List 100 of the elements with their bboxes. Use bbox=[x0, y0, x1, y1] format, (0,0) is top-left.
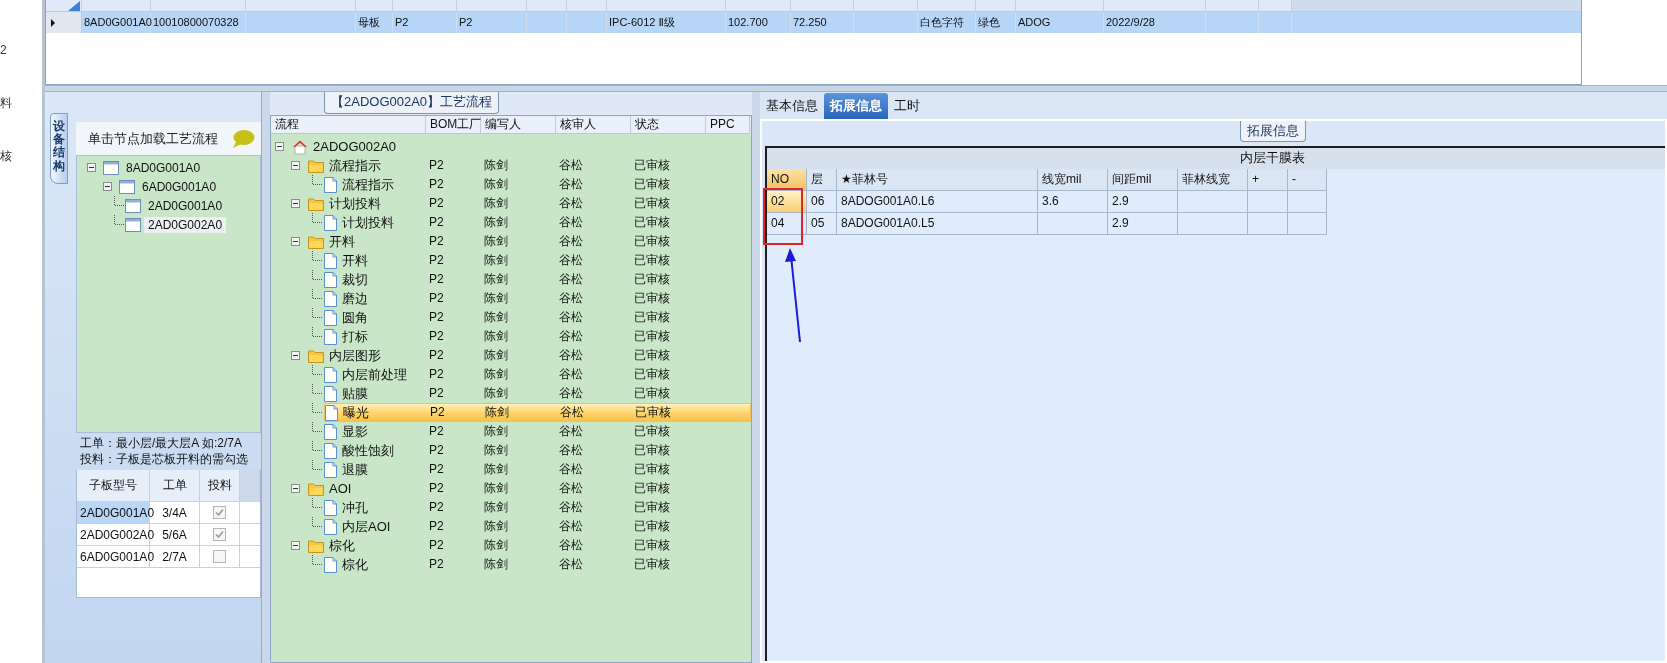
tree-row[interactable]: 内层图形 P2 陈剑 谷松 已审核 bbox=[308, 346, 751, 365]
row-header[interactable] bbox=[46, 12, 82, 33]
table-title: 内层干膜表 bbox=[1240, 151, 1305, 165]
tree-line bbox=[312, 327, 322, 337]
table-cell: 已审核 bbox=[634, 329, 670, 343]
step-name: 棕化 bbox=[329, 537, 355, 554]
tree-row[interactable]: 显影 P2 陈剑 谷松 已审核 bbox=[324, 422, 751, 441]
vertical-tab[interactable]: 设备结构 bbox=[50, 113, 68, 184]
table-cell[interactable]: 04 bbox=[767, 213, 807, 235]
tree-row[interactable]: 棕化 P2 陈剑 谷松 已审核 bbox=[308, 536, 751, 555]
tab[interactable]: 基本信息 bbox=[760, 93, 824, 119]
tree-line bbox=[312, 213, 322, 223]
tree-row[interactable]: 贴膜 P2 陈剑 谷松 已审核 bbox=[324, 384, 751, 403]
tree-row[interactable]: 流程指示 P2 陈剑 谷松 已审核 bbox=[308, 156, 751, 175]
tree-item[interactable]: 6AD0G001A0 bbox=[138, 178, 221, 195]
tree-row[interactable]: 流程指示 P2 陈剑 谷松 已审核 bbox=[324, 175, 751, 194]
tab[interactable]: 工时 bbox=[888, 93, 926, 119]
tree-row[interactable]: 计划投料 P2 陈剑 谷松 已审核 bbox=[324, 213, 751, 232]
collapse-icon[interactable] bbox=[103, 182, 112, 191]
column-header: - bbox=[1288, 169, 1327, 191]
checkbox[interactable] bbox=[213, 506, 226, 519]
collapse-icon[interactable] bbox=[291, 541, 300, 550]
window-icon bbox=[125, 198, 141, 213]
table-cell: 陈剑 bbox=[484, 538, 508, 552]
hint-text: 单击节点加载工艺流程 bbox=[88, 129, 218, 148]
tree-row[interactable]: 棕化 P2 陈剑 谷松 已审核 bbox=[324, 555, 751, 574]
table-cell: ADOG bbox=[1016, 12, 1104, 33]
document-icon bbox=[324, 214, 337, 231]
table-cell: P2 bbox=[429, 348, 444, 362]
table-cell: 已审核 bbox=[634, 519, 670, 533]
tree-row[interactable]: 开料 P2 陈剑 谷松 已审核 bbox=[324, 251, 751, 270]
collapse-icon[interactable] bbox=[291, 351, 300, 360]
tree-row[interactable]: 冲孔 P2 陈剑 谷松 已审核 bbox=[324, 498, 751, 517]
column-header: + bbox=[1248, 169, 1288, 191]
table-cell: 陈剑 bbox=[484, 177, 508, 191]
table-cell: 陈剑 bbox=[484, 481, 508, 495]
table-cell: 已审核 bbox=[634, 177, 670, 191]
table-cell: 已审核 bbox=[634, 272, 670, 286]
tree-line bbox=[312, 384, 322, 394]
tree-item[interactable]: 8AD0G001A0 bbox=[122, 159, 205, 176]
table-cell: P2 bbox=[429, 253, 444, 267]
tree-row[interactable]: 计划投料 P2 陈剑 谷松 已审核 bbox=[308, 194, 751, 213]
tree-row[interactable]: 裁切 P2 陈剑 谷松 已审核 bbox=[324, 270, 751, 289]
table-cell: 已审核 bbox=[634, 291, 670, 305]
table-cell[interactable]: 02 bbox=[767, 191, 807, 213]
table-cell: 陈剑 bbox=[484, 443, 508, 457]
tree-row[interactable]: 退膜 P2 陈剑 谷松 已审核 bbox=[324, 460, 751, 479]
table-cell: P2 bbox=[429, 272, 444, 286]
checkbox[interactable] bbox=[213, 550, 226, 563]
table-cell: 已审核 bbox=[634, 443, 670, 457]
panel-title: 【2ADOG002A0】工艺流程 bbox=[324, 92, 500, 114]
tree-line bbox=[312, 517, 322, 527]
tree-row[interactable]: 打标 P2 陈剑 谷松 已审核 bbox=[324, 327, 751, 346]
table-cell: P2 bbox=[429, 196, 444, 210]
step-name: 显影 bbox=[342, 423, 368, 440]
table-cell: P2 bbox=[429, 329, 444, 343]
table-cell: 陈剑 bbox=[484, 158, 508, 172]
tree-line bbox=[312, 498, 322, 508]
tree-row[interactable]: 内层AOI P2 陈剑 谷松 已审核 bbox=[324, 517, 751, 536]
document-icon bbox=[324, 499, 337, 516]
collapse-icon[interactable] bbox=[291, 237, 300, 246]
table-cell: 谷松 bbox=[559, 291, 583, 305]
collapse-icon[interactable] bbox=[291, 199, 300, 208]
tree-row[interactable]: 圆角 P2 陈剑 谷松 已审核 bbox=[324, 308, 751, 327]
tree-row[interactable]: 磨边 P2 陈剑 谷松 已审核 bbox=[324, 289, 751, 308]
tree-row[interactable]: 2ADOG002A0 bbox=[292, 137, 751, 156]
tree-item[interactable]: 2AD0G002A0 bbox=[144, 216, 227, 233]
table-cell: 谷松 bbox=[560, 405, 584, 419]
table-cell: P2 bbox=[429, 481, 444, 495]
collapse-icon[interactable] bbox=[87, 163, 96, 172]
table-cell: 已审核 bbox=[634, 538, 670, 552]
document-icon bbox=[324, 556, 337, 573]
table-cell: 05 bbox=[807, 213, 837, 235]
tree-row[interactable]: 开料 P2 陈剑 谷松 已审核 bbox=[308, 232, 751, 251]
table-cell: 已审核 bbox=[634, 424, 670, 438]
header-filler bbox=[240, 470, 260, 502]
step-name: 计划投料 bbox=[329, 195, 381, 212]
table-row[interactable]: 8AD0G001A010010800070328 母板 P2 P2 IPC-6012 Ⅱ级 102.700 72.250 白色字符 绿色 ADOG 2022/9/28 bbox=[46, 12, 1581, 33]
tree-row[interactable]: 酸性蚀刻 P2 陈剑 谷松 已审核 bbox=[324, 441, 751, 460]
table-cell: P2 bbox=[429, 234, 444, 248]
table-cell: 06 bbox=[807, 191, 837, 213]
checkbox[interactable] bbox=[213, 528, 226, 541]
table-cell: 谷松 bbox=[559, 500, 583, 514]
step-name: 内层图形 bbox=[329, 347, 381, 364]
tree-item[interactable]: 2AD0G001A0 bbox=[144, 197, 227, 214]
tree-row[interactable]: 曝光 P2 陈剑 谷松 已审核 bbox=[324, 403, 751, 422]
table-cell: P2 bbox=[429, 310, 444, 324]
step-name: 计划投料 bbox=[342, 214, 394, 231]
table-cell: 谷松 bbox=[559, 215, 583, 229]
collapse-icon[interactable] bbox=[291, 484, 300, 493]
step-name: 2ADOG002A0 bbox=[313, 138, 397, 155]
column-header: 核审人 bbox=[556, 116, 631, 134]
tree-row[interactable]: 内层前处理 P2 陈剑 谷松 已审核 bbox=[324, 365, 751, 384]
collapse-icon[interactable] bbox=[291, 161, 300, 170]
tab[interactable]: 拓展信息 bbox=[824, 93, 888, 119]
collapse-icon[interactable] bbox=[275, 142, 284, 151]
tree-row[interactable]: AOI P2 陈剑 谷松 已审核 bbox=[308, 479, 751, 498]
table-cell: 陈剑 bbox=[484, 310, 508, 324]
table-cell: 谷松 bbox=[559, 348, 583, 362]
step-name: 开料 bbox=[329, 233, 355, 250]
